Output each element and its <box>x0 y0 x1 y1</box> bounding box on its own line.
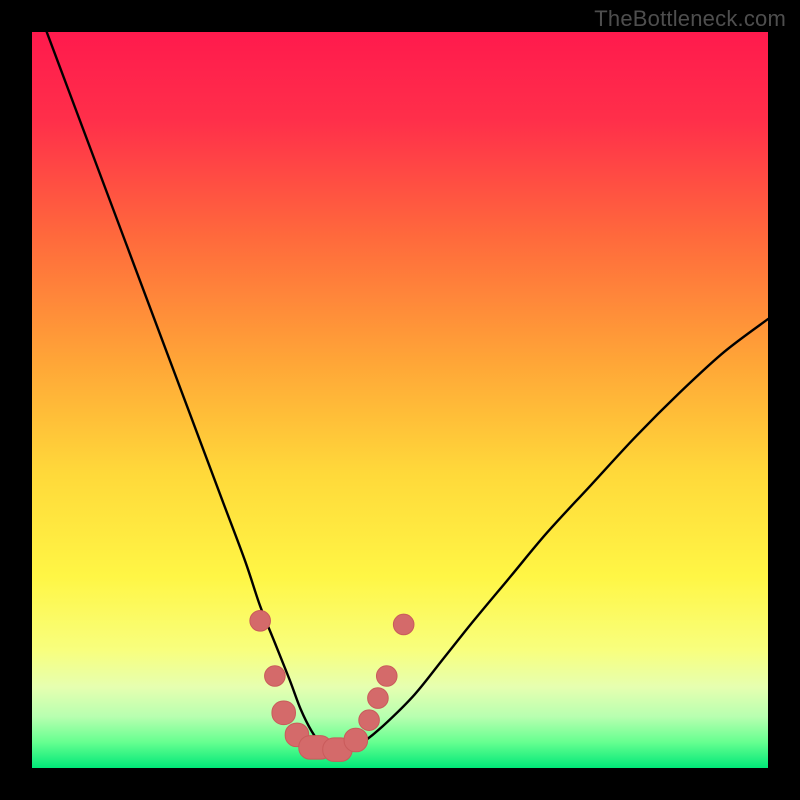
marker-dot <box>250 610 271 631</box>
marker-dot <box>393 614 414 635</box>
chart-plot <box>32 32 768 768</box>
marker-dot <box>265 666 286 687</box>
watermark-text: TheBottleneck.com <box>594 6 786 32</box>
outer-frame: TheBottleneck.com <box>0 0 800 800</box>
marker-dot <box>376 666 397 687</box>
chart-svg <box>32 32 768 768</box>
marker-pill <box>272 701 296 725</box>
gradient-background <box>32 32 768 768</box>
marker-dot <box>368 688 389 709</box>
marker-pill <box>344 728 368 752</box>
marker-dot <box>359 710 380 731</box>
